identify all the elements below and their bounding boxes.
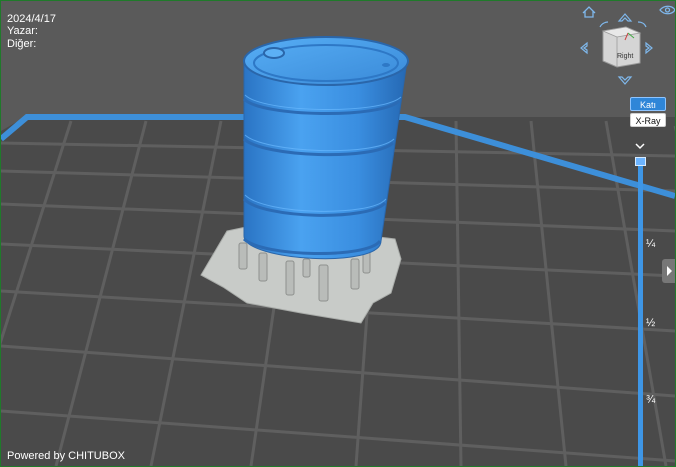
arrow-right-icon[interactable] [645, 41, 653, 55]
view-cube-face-label: Right [617, 53, 633, 60]
layer-mark-quarter: ¼ [646, 238, 656, 250]
view-cube[interactable]: Right [601, 26, 642, 68]
side-panel-toggle[interactable] [662, 259, 675, 283]
file-date: 2024/4/17 [7, 13, 56, 25]
layer-slider-track[interactable] [638, 161, 643, 466]
layer-mark-three-quarter: ¾ [646, 394, 656, 406]
layer-slider-handle[interactable] [635, 157, 646, 166]
view-cube-navigator: Right [576, 1, 675, 91]
rotate-left-icon[interactable] [599, 21, 609, 28]
chevron-right-icon [667, 266, 672, 276]
home-icon[interactable] [582, 6, 596, 18]
solid-view-button[interactable]: Katı [630, 97, 666, 111]
file-author-label: Yazar: [7, 25, 38, 37]
barrel-cap [263, 47, 285, 59]
file-other-label: Diğer: [7, 38, 37, 50]
arrow-up-icon[interactable] [617, 13, 633, 22]
build-scene[interactable] [1, 1, 675, 466]
chevron-down-icon[interactable] [633, 140, 647, 152]
eye-icon[interactable] [659, 5, 675, 15]
layer-mark-half: ½ [646, 317, 656, 329]
powered-by-label: Powered by CHITUBOX [7, 450, 125, 462]
arrow-left-icon[interactable] [580, 41, 588, 55]
arrow-down-icon[interactable] [617, 76, 633, 85]
3d-viewport[interactable]: 2024/4/17 Yazar: Diğer: Right Katı X-Ray… [1, 1, 675, 466]
xray-view-button[interactable]: X-Ray [630, 113, 666, 127]
rotate-right-icon[interactable] [637, 21, 647, 28]
